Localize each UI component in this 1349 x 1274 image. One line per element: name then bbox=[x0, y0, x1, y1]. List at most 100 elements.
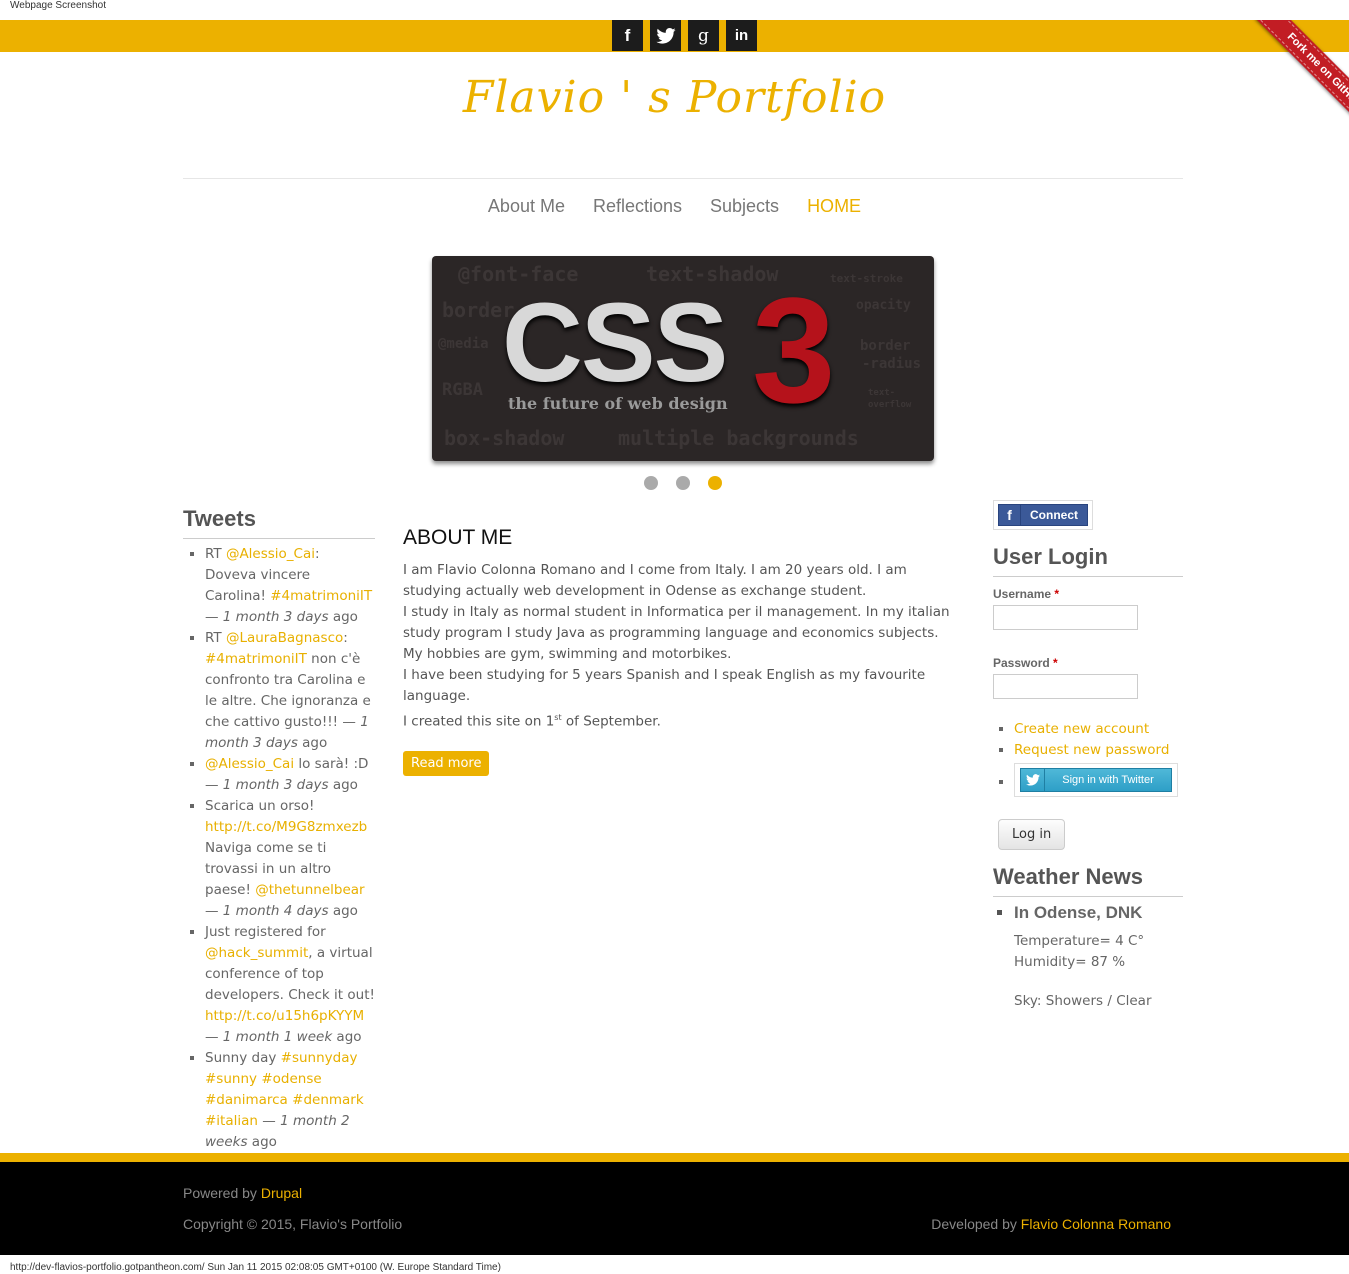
list-item: Create new account bbox=[1014, 719, 1183, 740]
log-in-button[interactable]: Log in bbox=[998, 819, 1066, 850]
password-label: Password * bbox=[993, 656, 1058, 670]
twitter-icon[interactable] bbox=[650, 20, 681, 51]
twitter-icon bbox=[1021, 769, 1045, 791]
slider-bg-word: text-stroke bbox=[830, 272, 903, 285]
facebook-connect-button[interactable]: f Connect bbox=[993, 500, 1093, 530]
tweet-time: 1 month 3 days bbox=[222, 777, 329, 793]
user-login-title: User Login bbox=[993, 544, 1183, 577]
list-item: Request new password bbox=[1014, 740, 1183, 761]
tweet-item: Sunny day #sunnyday #sunny #odense #dani… bbox=[205, 1048, 375, 1153]
slider-dot-1[interactable] bbox=[644, 476, 658, 490]
image-slider[interactable]: @font-face text-shadow text-stroke borde… bbox=[432, 256, 934, 461]
about-sup: st bbox=[554, 713, 562, 722]
about-line: My hobbies are gym, swimming and motorbi… bbox=[403, 646, 732, 662]
weather-sky: Sky: Showers / Clear bbox=[1014, 993, 1152, 1009]
tweet-ago: ago bbox=[328, 903, 358, 919]
tweet-item: Scarica un orso! http://t.co/M9G8zmxezb … bbox=[205, 796, 375, 922]
site-title[interactable]: Flavio ' s Portfolio bbox=[0, 72, 1349, 123]
tweet-link[interactable]: @Alessio_Cai bbox=[205, 756, 294, 772]
create-account-link[interactable]: Create new account bbox=[1014, 721, 1149, 737]
tweet-link[interactable]: #danimarca bbox=[205, 1092, 288, 1108]
nav-subjects[interactable]: Subjects bbox=[710, 196, 779, 217]
about-line: of September. bbox=[561, 713, 661, 730]
weather-temperature: Temperature= 4 C° bbox=[1014, 933, 1145, 949]
password-input[interactable] bbox=[993, 674, 1138, 699]
tweet-sep: — bbox=[205, 1029, 223, 1045]
right-sidebar: f Connect User Login Username * Password … bbox=[993, 500, 1183, 1012]
tweet-sep: — bbox=[205, 903, 223, 919]
weather-place: In Odense, DNK bbox=[1014, 903, 1143, 922]
linkedin-icon[interactable]: in bbox=[726, 20, 757, 51]
request-password-link[interactable]: Request new password bbox=[1014, 742, 1169, 758]
about-line: I am Flavio Colonna Romano and I come fr… bbox=[403, 562, 907, 599]
tweet-link[interactable]: #denmark bbox=[292, 1092, 364, 1108]
twitter-signin-label: Sign in with Twitter bbox=[1062, 773, 1154, 786]
slider-tagline: the future of web design bbox=[508, 394, 728, 413]
facebook-icon[interactable]: f bbox=[612, 20, 643, 51]
weather-humidity: Humidity= 87 % bbox=[1014, 954, 1126, 970]
about-line: I study in Italy as normal student in In… bbox=[403, 604, 950, 641]
footer-developed: Developed by Flavio Colonna Romano bbox=[931, 1216, 1171, 1232]
tweet-ago: ago bbox=[247, 1134, 277, 1150]
slider-dot-3[interactable] bbox=[708, 476, 722, 490]
main-nav: About Me Reflections Subjects HOME bbox=[0, 196, 1349, 217]
facebook-icon: f bbox=[999, 505, 1021, 525]
tweet-link[interactable]: http://t.co/M9G8zmxezb bbox=[205, 819, 367, 835]
slider-bg-word: border bbox=[860, 338, 911, 354]
nav-reflections[interactable]: Reflections bbox=[593, 196, 682, 217]
tweet-ago: ago bbox=[328, 609, 358, 625]
list-item: Sign in with Twitter bbox=[1014, 761, 1183, 797]
slider-pager bbox=[644, 476, 722, 490]
twitter-signin-button[interactable]: Sign in with Twitter bbox=[1014, 763, 1178, 797]
tweet-item: RT @Alessio_Cai: Doveva vincere Carolina… bbox=[205, 544, 375, 628]
drupal-link[interactable]: Drupal bbox=[261, 1185, 302, 1201]
read-more-button[interactable]: Read more bbox=[403, 750, 490, 776]
tweet-link[interactable]: @LauraBagnasco bbox=[226, 630, 343, 646]
page-url-caption: http://dev-flavios-portfolio.gotpantheon… bbox=[10, 1262, 501, 1273]
tweet-text: lo sarà! :D bbox=[294, 756, 369, 772]
nav-home[interactable]: HOME bbox=[807, 196, 861, 217]
slider-bg-word: @media bbox=[438, 336, 489, 352]
tweet-link[interactable]: @Alessio_Cai bbox=[226, 546, 315, 562]
slider-dot-2[interactable] bbox=[676, 476, 690, 490]
developer-link[interactable]: Flavio Colonna Romano bbox=[1021, 1216, 1171, 1232]
tweet-link[interactable]: #italian bbox=[205, 1113, 258, 1129]
tweet-link[interactable]: #sunnyday bbox=[281, 1050, 358, 1066]
about-line: I created this site on 1 bbox=[403, 713, 555, 730]
nav-about-me[interactable]: About Me bbox=[488, 196, 565, 217]
username-input[interactable] bbox=[993, 605, 1138, 630]
about-line: I have been studying for 5 years Spanish… bbox=[403, 667, 926, 704]
list-item: In Odense, DNK Temperature= 4 C° Humidit… bbox=[1014, 903, 1183, 1012]
tweet-text: : bbox=[343, 630, 348, 646]
slider-bg-word: box-shadow bbox=[444, 426, 565, 450]
tweet-link[interactable]: http://t.co/u15h6pKYYM bbox=[205, 1008, 364, 1024]
tweet-text: RT bbox=[205, 546, 226, 562]
footer-copyright: Copyright © 2015, Flavio's Portfolio bbox=[183, 1216, 403, 1232]
tweet-link[interactable]: @hack_summit bbox=[205, 945, 308, 961]
tweet-link[interactable]: #sunny bbox=[205, 1071, 257, 1087]
tweet-text: Sunny day bbox=[205, 1050, 281, 1066]
tweet-ago: ago bbox=[332, 1029, 362, 1045]
tweet-item: @Alessio_Cai lo sarà! :D — 1 month 3 day… bbox=[205, 754, 375, 796]
social-links: f g in bbox=[612, 20, 757, 51]
weather-list: In Odense, DNK Temperature= 4 C° Humidit… bbox=[1014, 903, 1183, 1012]
slider-bg-word: RGBA bbox=[442, 380, 483, 400]
tweets-list: RT @Alessio_Cai: Doveva vincere Carolina… bbox=[205, 544, 375, 1153]
tweet-item: Just registered for @hack_summit, a virt… bbox=[205, 922, 375, 1048]
tweet-link[interactable]: @thetunnelbear bbox=[255, 882, 364, 898]
google-plus-icon[interactable]: g bbox=[688, 20, 719, 51]
tweet-text: RT bbox=[205, 630, 226, 646]
login-links: Create new account Request new password … bbox=[1014, 719, 1183, 797]
slider-css-text: CSS bbox=[502, 280, 728, 405]
tweet-link[interactable]: #4matrimoniIT bbox=[270, 588, 372, 604]
slider-bg-word: overflow bbox=[868, 400, 912, 410]
slider-bg-word: opacity bbox=[856, 298, 911, 313]
tweet-sep: — bbox=[205, 609, 223, 625]
header-divider bbox=[183, 178, 1183, 179]
tweet-time: 1 month 4 days bbox=[222, 903, 329, 919]
tweet-link[interactable]: #odense bbox=[261, 1071, 321, 1087]
tweet-link[interactable]: #4matrimoniIT bbox=[205, 651, 307, 667]
tweet-time: 1 month 3 days bbox=[222, 609, 329, 625]
footer-powered: Powered by Drupal bbox=[183, 1185, 303, 1201]
tweet-sep: — bbox=[257, 1113, 281, 1129]
